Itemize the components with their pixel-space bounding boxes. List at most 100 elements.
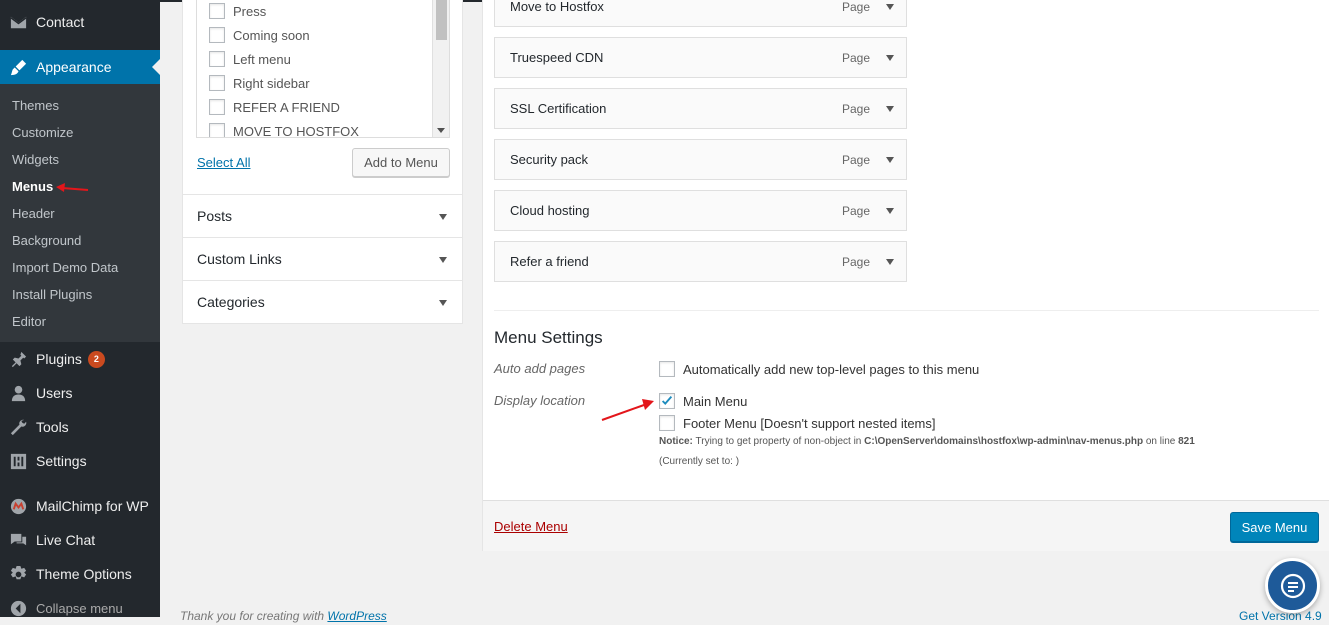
save-menu-button[interactable]: Save Menu: [1230, 512, 1319, 542]
submenu-item-themes[interactable]: Themes: [12, 98, 59, 113]
page-option-left-menu[interactable]: Left menu: [209, 49, 291, 69]
delete-menu-link[interactable]: Delete Menu: [494, 519, 568, 534]
scroll-down-icon[interactable]: [437, 128, 445, 133]
menu-item-type: Page: [841, 0, 870, 14]
accordion-posts[interactable]: Posts: [183, 194, 462, 237]
display-location-label: Display location: [494, 393, 586, 408]
submenu-item-editor[interactable]: Editor: [12, 314, 46, 329]
menu-item-type: Page: [841, 152, 870, 167]
sidebar-item-label: Collapse menu: [36, 600, 123, 616]
chevron-down-icon[interactable]: [886, 208, 894, 214]
sidebar-item-theme-options[interactable]: Theme Options: [0, 557, 160, 591]
live-chat-button[interactable]: [1265, 558, 1320, 613]
checkbox[interactable]: [209, 99, 225, 115]
submenu-item-background[interactable]: Background: [12, 233, 81, 248]
sidebar-item-live-chat[interactable]: Live Chat: [0, 523, 160, 557]
footer-thanks-text: Thank you for creating with: [180, 609, 325, 623]
main-menu-checkbox[interactable]: [659, 393, 675, 409]
menu-item-type: Page: [841, 254, 870, 269]
submenu-item-import-demo-data[interactable]: Import Demo Data: [12, 260, 118, 275]
sidebar-item-label: Appearance: [36, 59, 112, 75]
scroll-thumb[interactable]: [436, 0, 447, 40]
page-option-label: REFER A FRIEND: [233, 99, 340, 115]
chevron-down-icon: [439, 214, 447, 220]
menu-item[interactable]: Truespeed CDN Page: [494, 37, 907, 78]
sidebar-item-label: Users: [36, 385, 73, 401]
checkbox[interactable]: [209, 27, 225, 43]
footer-thanks: Thank you for creating with WordPress: [180, 609, 387, 623]
update-count-badge: 2: [87, 350, 105, 368]
page-option-label: Left menu: [233, 51, 291, 67]
submenu-item-customize[interactable]: Customize: [12, 125, 73, 140]
appearance-submenu: Themes Customize Widgets Menus Header Ba…: [0, 84, 160, 342]
menu-item[interactable]: SSL Certification Page: [494, 88, 907, 129]
checkbox[interactable]: [209, 51, 225, 67]
checkbox[interactable]: [209, 75, 225, 91]
page-option-label: Right sidebar: [233, 75, 310, 91]
location-main-menu[interactable]: Main Menu: [659, 392, 747, 410]
page-option-refer-a-friend[interactable]: REFER A FRIEND: [209, 97, 340, 117]
add-menu-items-panel: Press Coming soon Left menu Right sideba…: [182, 0, 463, 324]
auto-add-checkbox[interactable]: [659, 361, 675, 377]
submenu-item-header[interactable]: Header: [12, 206, 55, 221]
accordion-categories[interactable]: Categories: [183, 280, 462, 323]
gear-icon: [0, 565, 36, 584]
checkbox[interactable]: [209, 123, 225, 137]
sidebar-item-plugins[interactable]: Plugins 2: [0, 342, 160, 376]
sidebar-item-settings[interactable]: Settings: [0, 444, 160, 478]
menu-item[interactable]: Cloud hosting Page: [494, 190, 907, 231]
page-option-press[interactable]: Press: [209, 1, 266, 21]
settings-icon: [0, 452, 36, 471]
chat-bubble-icon: [1280, 573, 1305, 598]
submenu-item-menus[interactable]: Menus: [12, 179, 53, 194]
collapse-menu-button[interactable]: Collapse menu: [0, 591, 160, 625]
menu-item[interactable]: Move to Hostfox Page: [494, 0, 907, 27]
submenu-item-widgets[interactable]: Widgets: [12, 152, 59, 167]
sidebar-item-tools[interactable]: Tools: [0, 410, 160, 444]
footer-menu-checkbox[interactable]: [659, 415, 675, 431]
divider: [494, 310, 1319, 311]
menu-item-title: SSL Certification: [510, 101, 607, 116]
select-all-link[interactable]: Select All: [197, 155, 250, 170]
mailchimp-icon: [0, 497, 36, 516]
add-to-menu-button[interactable]: Add to Menu: [352, 148, 450, 177]
menu-settings-title: Menu Settings: [494, 328, 603, 347]
sidebar-item-appearance[interactable]: Appearance: [0, 50, 160, 84]
chat-icon: [0, 531, 36, 550]
page-option-right-sidebar[interactable]: Right sidebar: [209, 73, 310, 93]
menu-item-type: Page: [841, 101, 870, 116]
sidebar-item-contact[interactable]: Contact: [0, 5, 160, 39]
chevron-down-icon[interactable]: [886, 55, 894, 61]
footer-version-link[interactable]: Get Version 4.9: [1239, 609, 1322, 623]
submenu-item-install-plugins[interactable]: Install Plugins: [12, 287, 92, 302]
location-footer-menu[interactable]: Footer Menu [Doesn't support nested item…: [659, 414, 936, 432]
auto-add-pages-label: Auto add pages: [494, 361, 586, 376]
sidebar-item-mailchimp[interactable]: MailChimp for WP: [0, 489, 160, 523]
accordion-custom-links[interactable]: Custom Links: [183, 237, 462, 280]
page-option-move-to-hostfox[interactable]: MOVE TO HOSTFOX: [209, 121, 359, 138]
wordpress-link[interactable]: WordPress: [327, 609, 386, 623]
chevron-down-icon[interactable]: [886, 4, 894, 10]
page-option-coming-soon[interactable]: Coming soon: [209, 25, 310, 45]
notice-on-line: on line: [1145, 436, 1176, 447]
sidebar-item-label: Plugins: [36, 351, 82, 367]
auto-add-pages-option[interactable]: Automatically add new top-level pages to…: [659, 360, 979, 378]
chevron-down-icon[interactable]: [886, 259, 894, 265]
menu-item-type: Page: [841, 50, 870, 65]
chevron-down-icon: [439, 257, 447, 263]
notice-path: C:\OpenServer\domains\hostfox\wp-admin\n…: [864, 436, 1144, 447]
sidebar-item-users[interactable]: Users: [0, 376, 160, 410]
chevron-down-icon[interactable]: [886, 157, 894, 163]
accordion-label: Posts: [197, 208, 233, 224]
brush-icon: [0, 58, 36, 77]
page-option-label: MOVE TO HOSTFOX: [233, 123, 359, 138]
accordion-label: Categories: [197, 294, 265, 310]
chevron-down-icon[interactable]: [886, 106, 894, 112]
checkbox[interactable]: [209, 3, 225, 19]
currently-set-text: (Currently set to: ): [659, 456, 740, 467]
menu-item[interactable]: Refer a friend Page: [494, 241, 907, 282]
menu-item[interactable]: Security pack Page: [494, 139, 907, 180]
checkmark-icon: [661, 395, 673, 406]
pages-scrollbar[interactable]: [432, 0, 449, 137]
option-label: Automatically add new top-level pages to…: [683, 361, 980, 377]
